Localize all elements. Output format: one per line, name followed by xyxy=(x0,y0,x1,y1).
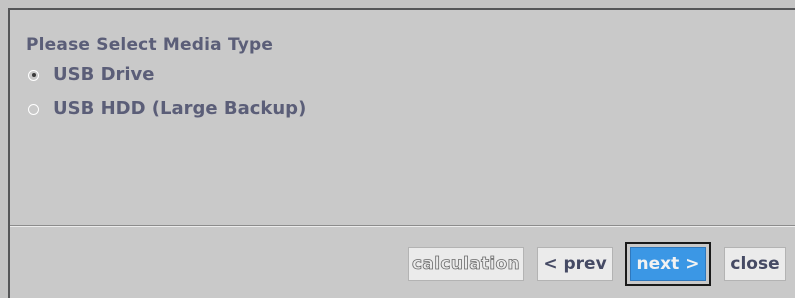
option-usb-hdd[interactable]: USB HDD (Large Backup) xyxy=(26,92,306,126)
radio-selected-icon[interactable] xyxy=(28,69,39,81)
radio-unselected-icon[interactable] xyxy=(28,103,39,115)
prev-button[interactable]: < prev xyxy=(537,247,613,281)
media-type-options: Please Select Media Type USB Drive USB H… xyxy=(26,32,306,126)
button-bar: calculation < prev next > close xyxy=(408,242,786,286)
next-button-focus-ring: next > xyxy=(625,242,711,286)
calculation-button[interactable]: calculation xyxy=(408,247,524,281)
prompt-label: Please Select Media Type xyxy=(26,35,274,55)
option-usb-hdd-label: USB HDD (Large Backup) xyxy=(53,98,307,119)
close-button[interactable]: close xyxy=(724,247,786,281)
option-usb-drive-label: USB Drive xyxy=(53,64,155,85)
media-type-dialog: Please Select Media Type USB Drive USB H… xyxy=(8,8,795,298)
option-usb-drive[interactable]: USB Drive xyxy=(26,58,306,92)
next-button[interactable]: next > xyxy=(630,247,706,281)
footer-separator xyxy=(10,225,795,227)
